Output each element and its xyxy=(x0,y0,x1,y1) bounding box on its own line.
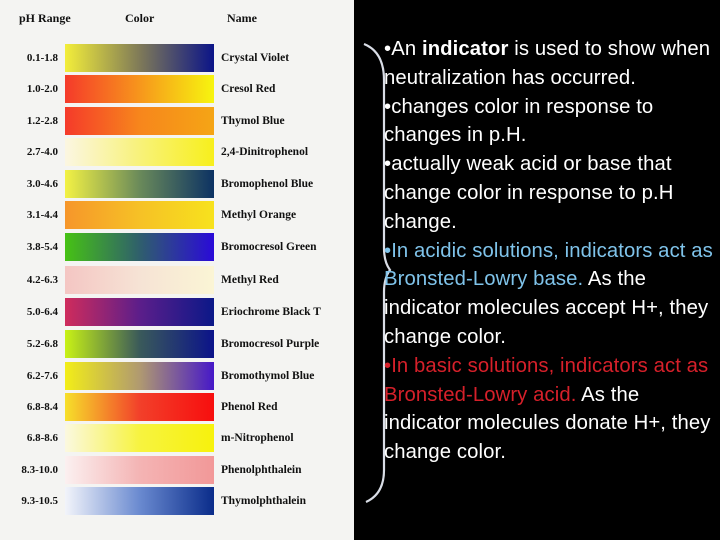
indicator-name: Methyl Orange xyxy=(221,209,297,221)
ph-range: 3.1-4.4 xyxy=(26,209,58,221)
indicator-name: Thymol Blue xyxy=(221,115,285,127)
color-gradient-bar xyxy=(65,138,214,166)
ph-range: 6.2-7.6 xyxy=(26,370,58,382)
color-gradient-bar xyxy=(65,330,214,358)
header-ph-range: pH Range xyxy=(19,11,71,25)
indicator-name: Bromocresol Purple xyxy=(221,338,320,350)
ph-range: 3.0-4.6 xyxy=(26,178,58,190)
color-gradient-bar xyxy=(65,424,214,452)
notes-panel: •An indicator is used to show when neutr… xyxy=(384,35,720,467)
color-gradient-bar xyxy=(65,170,214,198)
indicator-name: Eriochrome Black T xyxy=(221,306,321,318)
indicator-row: 5.0-6.4 Eriochrome Black T xyxy=(0,298,354,326)
color-gradient-bar xyxy=(65,44,214,72)
ph-range: 3.8-5.4 xyxy=(26,241,58,253)
indicator-row: 6.8-8.4 Phenol Red xyxy=(0,393,354,421)
ph-range: 0.1-1.8 xyxy=(26,52,58,64)
note-basic: •In basic solutions, indicators act as B… xyxy=(384,354,711,464)
color-gradient-bar xyxy=(65,362,214,390)
color-gradient-bar xyxy=(65,393,214,421)
color-gradient-bar xyxy=(65,75,214,103)
indicator-name: Thymolphthalein xyxy=(221,495,306,507)
header-name: Name xyxy=(227,11,257,25)
indicator-row: 5.2-6.8 Bromocresol Purple xyxy=(0,330,354,358)
term-indicator: indicator xyxy=(421,38,509,60)
indicator-name: m-Nitrophenol xyxy=(221,432,294,444)
indicator-row: 3.0-4.6 Bromophenol Blue xyxy=(0,170,354,198)
ph-range: 5.0-6.4 xyxy=(26,306,58,318)
indicator-name: Bromothymol Blue xyxy=(221,370,315,382)
indicator-row: 2.7-4.0 2,4-Dinitrophenol xyxy=(0,138,354,166)
indicator-row: 6.2-7.6 Bromothymol Blue xyxy=(0,362,354,390)
basic-highlight: •In basic solutions, indicators act as B… xyxy=(384,354,709,406)
indicator-name: Methyl Red xyxy=(221,274,279,286)
ph-range: 8.3-10.0 xyxy=(21,464,58,476)
ph-range: 6.8-8.4 xyxy=(26,401,58,413)
note-color-change: •changes color in response to changes in… xyxy=(384,95,654,147)
indicator-name: Phenolphthalein xyxy=(221,464,302,476)
color-gradient-bar xyxy=(65,266,214,294)
note-definition: •An indicator is used to show when neutr… xyxy=(384,38,711,89)
header-color: Color xyxy=(125,11,155,25)
indicator-name: Phenol Red xyxy=(221,401,278,413)
indicator-row: 8.3-10.0 Phenolphthalein xyxy=(0,456,354,484)
color-gradient-bar xyxy=(65,298,214,326)
color-gradient-bar xyxy=(65,487,214,515)
color-gradient-bar xyxy=(65,456,214,484)
indicator-row: 3.8-5.4 Bromocresol Green xyxy=(0,233,354,261)
indicator-row: 0.1-1.8 Crystal Violet xyxy=(0,44,354,72)
indicator-name: Bromocresol Green xyxy=(221,241,317,253)
indicator-row: 1.0-2.0 Cresol Red xyxy=(0,75,354,103)
indicator-row: 6.8-8.6 m-Nitrophenol xyxy=(0,424,354,452)
indicator-name: Crystal Violet xyxy=(221,52,290,64)
indicator-row: 4.2-6.3 Methyl Red xyxy=(0,266,354,294)
color-gradient-bar xyxy=(65,233,214,261)
ph-range: 1.0-2.0 xyxy=(26,83,58,95)
note-acidic: •In acidic solutions, indicators act as … xyxy=(384,239,713,348)
indicator-row: 3.1-4.4 Methyl Orange xyxy=(0,201,354,229)
ph-range: 6.8-8.6 xyxy=(26,432,58,444)
ph-range: 2.7-4.0 xyxy=(26,146,58,158)
indicator-name: Bromophenol Blue xyxy=(221,178,314,190)
indicator-row: 9.3-10.5 Thymolphthalein xyxy=(0,487,354,515)
ph-range: 1.2-2.8 xyxy=(26,115,58,127)
indicator-row: 1.2-2.8 Thymol Blue xyxy=(0,107,354,135)
indicator-name: 2,4-Dinitrophenol xyxy=(221,146,309,158)
ph-range: 9.3-10.5 xyxy=(21,495,58,507)
note-weak-acid-base: •actually weak acid or base that change … xyxy=(384,153,674,233)
ph-range: 4.2-6.3 xyxy=(26,274,58,286)
indicator-name: Cresol Red xyxy=(221,83,276,95)
acidic-highlight: •In acidic solutions, indicators act as … xyxy=(384,239,713,291)
indicator-chart: pH Range Color Name 0.1-1.8 Crystal Viole… xyxy=(0,0,354,540)
ph-range: 5.2-6.8 xyxy=(26,338,58,350)
color-gradient-bar xyxy=(65,107,214,135)
color-gradient-bar xyxy=(65,201,214,229)
